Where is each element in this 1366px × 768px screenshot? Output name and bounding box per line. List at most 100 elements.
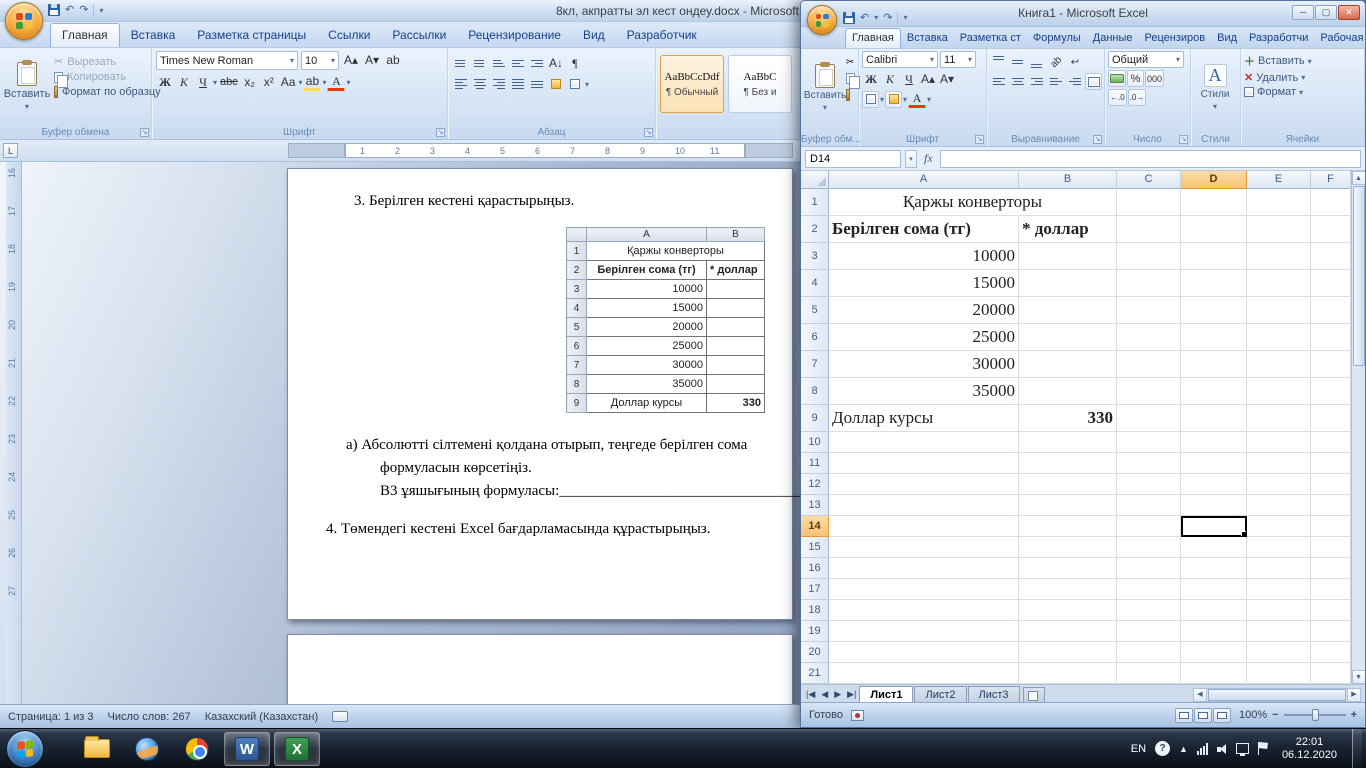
cell-C3[interactable] [1117,243,1181,270]
cell-F17[interactable] [1311,579,1351,600]
style-normal[interactable]: AaBbCcDdf ¶ Обычный [660,55,724,113]
cell-D12[interactable] [1181,474,1247,495]
font-color-button[interactable]: А [327,73,345,91]
ethernet-icon[interactable] [1236,743,1249,754]
sheet-tab-Лист3[interactable]: Лист3 [968,686,1020,704]
cell-E17[interactable] [1247,579,1311,600]
grow-font-button[interactable]: А▴ [919,70,937,88]
justify-icon[interactable] [509,76,527,92]
alignment-dialog-launcher[interactable]: ↘ [1093,135,1102,144]
row-header-21[interactable]: 21 [801,663,829,684]
font-size-select[interactable]: 10▾ [301,51,339,70]
excel-tab-Вид[interactable]: Вид [1211,29,1243,48]
cell-F13[interactable] [1311,495,1351,516]
zoom-out-button[interactable]: − [1272,709,1278,721]
cell-E14[interactable] [1247,516,1311,537]
tab-stop-selector[interactable]: L [3,143,18,158]
cell-D4[interactable] [1181,270,1247,297]
fill-color-button[interactable] [885,91,902,108]
last-sheet-button[interactable]: ▶| [844,689,859,700]
cell-F12[interactable] [1311,474,1351,495]
page-layout-view-button[interactable] [1194,708,1212,723]
font-dialog-launcher[interactable]: ↘ [975,135,984,144]
shrink-font-button[interactable]: А▾ [363,51,381,69]
cell-F3[interactable] [1311,243,1351,270]
start-button[interactable] [6,730,44,768]
sheet-tab-Лист1[interactable]: Лист1 [859,686,913,704]
cell-E18[interactable] [1247,600,1311,621]
cell-C1[interactable] [1117,189,1181,216]
align-center-icon[interactable] [471,76,489,92]
cell-F11[interactable] [1311,453,1351,474]
excel-tab-Рабочая г[interactable]: Рабочая г [1314,29,1365,48]
undo-icon[interactable]: ↶ [65,3,74,17]
excel-titlebar[interactable]: Книга1 - Microsoft Excel ↶ ▾ ↷ ▾ ─ ▢ ✕ [801,1,1365,27]
next-sheet-button[interactable]: ▶ [831,689,844,700]
cell-F7[interactable] [1311,351,1351,378]
select-all-corner[interactable] [801,171,829,189]
cell-C18[interactable] [1117,600,1181,621]
worksheet-grid[interactable]: ABCDEF1Қаржы конверторы2Берілген сома (т… [801,171,1365,684]
word-document-area[interactable]: 161718192021222324252627 3. Берілген кес… [0,162,812,704]
borders-button[interactable] [862,91,879,108]
word-count[interactable]: Число слов: 267 [108,711,191,723]
percent-style-button[interactable]: % [1127,70,1144,87]
cell-B20[interactable] [1019,642,1117,663]
cell-C6[interactable] [1117,324,1181,351]
scroll-right-arrow[interactable]: ▶ [1347,689,1360,701]
cell-C16[interactable] [1117,558,1181,579]
word-taskbar-button[interactable]: W [224,732,270,766]
excel-tab-Данные[interactable]: Данные [1087,29,1139,48]
cell-B4[interactable] [1019,270,1117,297]
column-header-E[interactable]: E [1247,171,1311,189]
borders-button[interactable] [566,75,584,93]
cell-D9[interactable] [1181,405,1247,432]
paste-dropdown-chevron-icon[interactable]: ▾ [25,102,29,111]
word-titlebar[interactable]: 8кл, акпратты эл кест ондеу.docx - Micro… [0,0,812,22]
cell-F15[interactable] [1311,537,1351,558]
excel-tab-Главная[interactable]: Главная [845,28,901,48]
row-header-12[interactable]: 12 [801,474,829,495]
vertical-ruler[interactable]: 161718192021222324252627 [6,162,22,704]
vertical-scrollbar[interactable]: ▲ ▼ [1351,171,1365,684]
word-tab-Рассылки[interactable]: Рассылки [381,24,457,47]
office-button[interactable] [807,5,837,35]
cell-D14[interactable] [1181,516,1247,537]
action-center-flag-icon[interactable] [1258,742,1269,755]
insert-worksheet-button[interactable] [1023,687,1045,703]
decrease-indent-icon[interactable] [1047,74,1065,90]
align-center-icon[interactable] [1009,74,1027,90]
excel-tab-Формулы[interactable]: Формулы [1027,29,1087,48]
align-right-icon[interactable] [1028,74,1046,90]
fill-color-chevron-icon[interactable]: ▾ [903,95,907,104]
cell-C21[interactable] [1117,663,1181,684]
subscript-button[interactable]: x₂ [241,73,259,91]
highlight-chevron-icon[interactable]: ▾ [322,78,326,87]
page-indicator[interactable]: Страница: 1 из 3 [8,711,94,723]
cell-D3[interactable] [1181,243,1247,270]
normal-view-button[interactable] [1175,708,1193,723]
align-left-icon[interactable] [990,74,1008,90]
cell-A16[interactable] [829,558,1019,579]
font-color-chevron-icon[interactable]: ▾ [927,95,931,104]
browser-taskbar-button[interactable] [124,732,170,766]
cell-A17[interactable] [829,579,1019,600]
cell-A12[interactable] [829,474,1019,495]
scroll-up-arrow[interactable]: ▲ [1352,171,1366,185]
cell-B13[interactable] [1019,495,1117,516]
sheet-tab-Лист2[interactable]: Лист2 [914,686,966,704]
column-header-F[interactable]: F [1311,171,1351,189]
cell-A4[interactable]: 15000 [829,270,1019,297]
align-right-icon[interactable] [490,76,508,92]
zoom-in-button[interactable]: + [1351,709,1357,721]
language-indicator[interactable]: Казахский (Казахстан) [205,711,318,723]
show-paragraph-marks-button[interactable]: ¶ [566,54,584,72]
cell-D5[interactable] [1181,297,1247,324]
horizontal-scrollbar[interactable]: ◀ ▶ [1193,688,1361,702]
cell-D18[interactable] [1181,600,1247,621]
copy-icon[interactable] [846,73,855,84]
cell-B17[interactable] [1019,579,1117,600]
increase-decimal-button[interactable]: ←.0 [1108,89,1127,106]
document-page-2[interactable] [287,634,793,704]
word-tab-Разработчик[interactable]: Разработчик [616,24,708,47]
